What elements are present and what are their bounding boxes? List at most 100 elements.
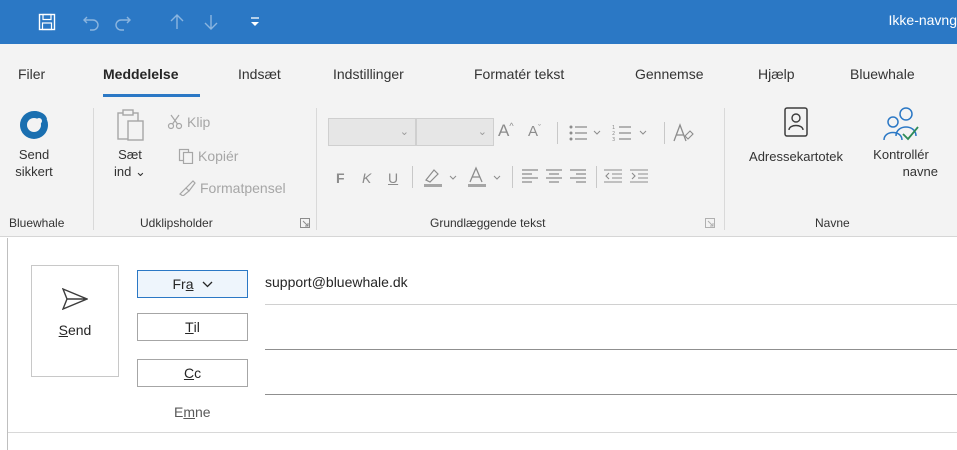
svg-text:3: 3 — [612, 137, 615, 142]
check-names-label-2: navne — [902, 164, 938, 179]
separator — [512, 166, 513, 188]
tab-indsaet[interactable]: Indsæt — [238, 66, 281, 82]
separator — [664, 122, 665, 144]
to-rest: il — [193, 319, 200, 335]
decrease-indent-icon[interactable] — [604, 169, 622, 183]
align-center-icon[interactable] — [546, 169, 562, 183]
customize-qat-icon[interactable] — [244, 11, 266, 33]
grow-font-button[interactable]: A^ — [498, 121, 514, 141]
down-arrow-icon[interactable] — [200, 11, 222, 33]
tab-gennemse[interactable]: Gennemse — [635, 66, 703, 82]
subject-label: Emne — [174, 404, 211, 420]
group-label-bluewhale: Bluewhale — [9, 216, 65, 230]
group-label-names: Navne — [815, 216, 850, 230]
grow-font-label: A — [498, 121, 510, 140]
address-book-label: Adressekartotek — [749, 149, 843, 164]
caret-down-icon: ˇ — [538, 123, 542, 133]
up-arrow-icon[interactable] — [166, 11, 188, 33]
paste-button[interactable]: Sæt ind ⌄ — [108, 108, 152, 180]
cut-label: Klip — [187, 114, 211, 130]
subject-accel: m — [183, 404, 196, 420]
format-painter-label: Formatpensel — [200, 180, 286, 196]
address-book-icon — [784, 107, 808, 137]
check-names-button[interactable]: Kontrollér navne — [858, 106, 944, 180]
cc-input[interactable] — [265, 394, 957, 395]
separator — [557, 122, 558, 144]
cut-button[interactable]: Klip — [167, 114, 210, 130]
from-divider — [265, 304, 957, 305]
save-icon[interactable] — [36, 11, 58, 33]
highlight-icon[interactable] — [422, 166, 464, 188]
scissors-icon — [167, 114, 183, 130]
ribbon: Send sikkert Bluewhale Sæt ind ⌄ Klip Ko… — [0, 100, 957, 237]
undo-icon[interactable] — [80, 11, 102, 33]
to-input[interactable] — [265, 349, 957, 350]
check-names-label-1: Kontrollér — [873, 147, 929, 162]
from-label-accel: a — [185, 276, 194, 292]
from-label-pre: Fr — [172, 276, 186, 292]
bold-button[interactable]: F — [336, 170, 345, 186]
send-rest: end — [67, 322, 92, 338]
compose-left-border — [7, 238, 8, 450]
subject-input-divider — [8, 432, 957, 433]
window-title: Ikke-navng — [888, 12, 957, 28]
bluewhale-icon — [20, 111, 48, 139]
tab-filer[interactable]: Filer — [18, 66, 45, 82]
send-secure-label-2: sikkert — [15, 164, 53, 179]
redo-icon[interactable] — [112, 11, 134, 33]
ribbon-separator — [316, 108, 317, 230]
from-button[interactable]: Fr a — [137, 270, 248, 298]
to-button[interactable]: Til — [137, 313, 248, 341]
send-secure-label-1: Send — [18, 147, 50, 162]
align-left-icon[interactable] — [522, 169, 538, 183]
chevron-down-icon: ⌄ — [399, 126, 409, 138]
send-secure-button[interactable]: Send sikkert — [10, 108, 58, 180]
shrink-font-label: A — [528, 123, 539, 140]
tab-indstillinger[interactable]: Indstillinger — [333, 66, 404, 82]
increase-indent-icon[interactable] — [630, 169, 648, 183]
send-icon — [62, 288, 88, 310]
separator — [412, 166, 413, 188]
send-accel: S — [58, 322, 68, 338]
italic-button[interactable]: K — [362, 170, 371, 186]
paste-label-2-text: ind — [114, 164, 132, 179]
shrink-font-button[interactable]: Aˇ — [528, 123, 541, 140]
tab-bluewhale[interactable]: Bluewhale — [850, 66, 915, 82]
clipboard-launcher-icon[interactable] — [300, 218, 310, 228]
tab-formater-tekst[interactable]: Formatér tekst — [474, 66, 564, 82]
send-button[interactable]: Send — [31, 265, 119, 377]
chevron-down-icon — [202, 281, 212, 287]
active-tab-indicator — [103, 94, 200, 97]
paste-dropdown-arrow: ⌄ — [135, 164, 146, 179]
ribbon-tabs: Filer Meddelelse Indsæt Indstillinger Fo… — [0, 44, 957, 100]
ribbon-separator — [724, 108, 725, 230]
subject-rest: ne — [195, 404, 211, 420]
tab-meddelelse[interactable]: Meddelelse — [103, 66, 178, 82]
check-names-icon — [883, 107, 919, 141]
copy-label: Kopiér — [198, 148, 239, 164]
font-color-icon[interactable] — [466, 166, 508, 188]
from-value: support@bluewhale.dk — [265, 274, 408, 290]
underline-button[interactable]: U — [388, 170, 398, 186]
clipboard-icon — [117, 109, 144, 141]
tab-hjaelp[interactable]: Hjælp — [758, 66, 795, 82]
to-accel: T — [185, 319, 194, 335]
clear-formatting-icon[interactable] — [672, 123, 694, 143]
paste-label-1: Sæt — [118, 147, 142, 162]
cc-button[interactable]: Cc — [137, 359, 248, 387]
align-right-icon[interactable] — [570, 169, 586, 183]
font-size-select[interactable]: ⌄ — [416, 118, 494, 146]
group-label-basic-text: Grundlæggende tekst — [430, 216, 546, 230]
subject-pre: E — [174, 404, 184, 420]
title-bar: Ikke-navng — [0, 0, 957, 44]
basic-text-launcher-icon[interactable] — [705, 218, 715, 228]
copy-button[interactable]: Kopiér — [178, 148, 238, 164]
address-book-button[interactable]: Adressekartotek — [734, 106, 858, 165]
numbering-icon[interactable]: 123 — [612, 124, 658, 142]
paste-label-2: ind ⌄ — [114, 163, 146, 180]
caret-up-icon: ^ — [509, 121, 514, 131]
bullets-icon[interactable] — [568, 124, 612, 142]
font-family-select[interactable]: ⌄ — [328, 118, 416, 146]
format-painter-button[interactable]: Formatpensel — [178, 180, 286, 196]
ribbon-separator — [93, 108, 94, 230]
